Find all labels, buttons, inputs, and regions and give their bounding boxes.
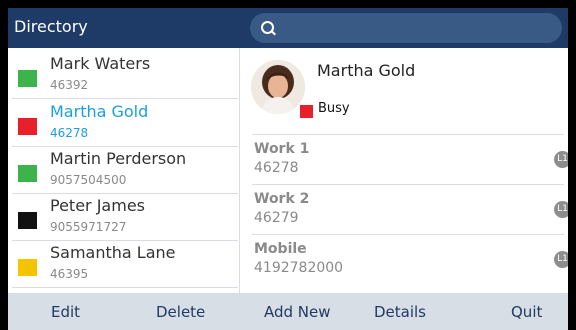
- page-title: Directory: [14, 17, 88, 36]
- line-badge-icon: L1: [554, 251, 568, 268]
- edit-button[interactable]: Edit: [51, 303, 80, 321]
- phone-field-mobile[interactable]: Mobile 4192782000 L1: [252, 234, 568, 283]
- contact-detail-panel: Martha Gold Busy Work 1 46278 L1 Work 2 …: [240, 48, 568, 293]
- field-label: Work 2: [254, 191, 310, 207]
- person-photo-icon: [251, 60, 305, 114]
- contact-number: 46278: [50, 126, 89, 140]
- contact-number: 46395: [50, 267, 89, 281]
- contact-name: Martin Perderson: [50, 149, 187, 168]
- phone-screen: Directory Mark Waters 46392 Martha Gold …: [8, 8, 568, 330]
- details-button[interactable]: Details: [374, 303, 426, 321]
- field-value: 4192782000: [254, 260, 344, 276]
- field-value: 46278: [254, 160, 299, 176]
- search-input[interactable]: [250, 13, 562, 43]
- contact-list-item-martin-perderson[interactable]: Martin Perderson 9057504500: [12, 147, 238, 194]
- field-value: 46279: [254, 210, 299, 226]
- contact-name: Peter James: [50, 196, 145, 215]
- contact-name: Mark Waters: [50, 54, 151, 73]
- add-new-button[interactable]: Add New: [264, 303, 331, 321]
- field-label: Work 1: [254, 141, 310, 157]
- presence-busy-icon: [18, 118, 37, 135]
- contact-name: Samantha Lane: [50, 243, 176, 262]
- presence-available-icon: [18, 70, 37, 87]
- contact-detail-status: Busy: [318, 101, 350, 116]
- contact-list-item-samantha-lane[interactable]: Samantha Lane 46395: [12, 241, 238, 288]
- contact-name: Martha Gold: [50, 102, 149, 121]
- contact-list-item-mark-waters[interactable]: Mark Waters 46392: [12, 52, 238, 99]
- contact-number: 46392: [50, 78, 89, 92]
- presence-away-icon: [18, 259, 37, 276]
- line-badge-icon: L1: [554, 151, 568, 168]
- presence-available-icon: [18, 165, 37, 182]
- phone-field-work-2[interactable]: Work 2 46279 L1: [252, 184, 568, 233]
- softkey-bar: Edit Delete Add New Details Quit: [8, 293, 568, 330]
- contact-number: 9057504500: [50, 173, 127, 187]
- delete-button[interactable]: Delete: [156, 303, 205, 321]
- presence-busy-icon: [298, 103, 315, 120]
- field-label: Mobile: [254, 241, 307, 257]
- quit-button[interactable]: Quit: [511, 303, 542, 321]
- line-badge-icon: L1: [554, 201, 568, 218]
- avatar: [251, 60, 305, 114]
- contact-number: 9055971727: [50, 220, 127, 234]
- search-icon: [261, 21, 274, 34]
- contact-list-item-martha-gold[interactable]: Martha Gold 46278: [12, 100, 238, 147]
- contact-detail-name: Martha Gold: [317, 61, 416, 80]
- contact-list-item-peter-james[interactable]: Peter James 9055971727: [12, 194, 238, 241]
- phone-field-work-1[interactable]: Work 1 46278 L1: [252, 134, 568, 183]
- presence-offline-icon: [18, 212, 37, 229]
- header-bar: Directory: [8, 8, 568, 48]
- contact-list: Mark Waters 46392 Martha Gold 46278 Mart…: [8, 48, 240, 292]
